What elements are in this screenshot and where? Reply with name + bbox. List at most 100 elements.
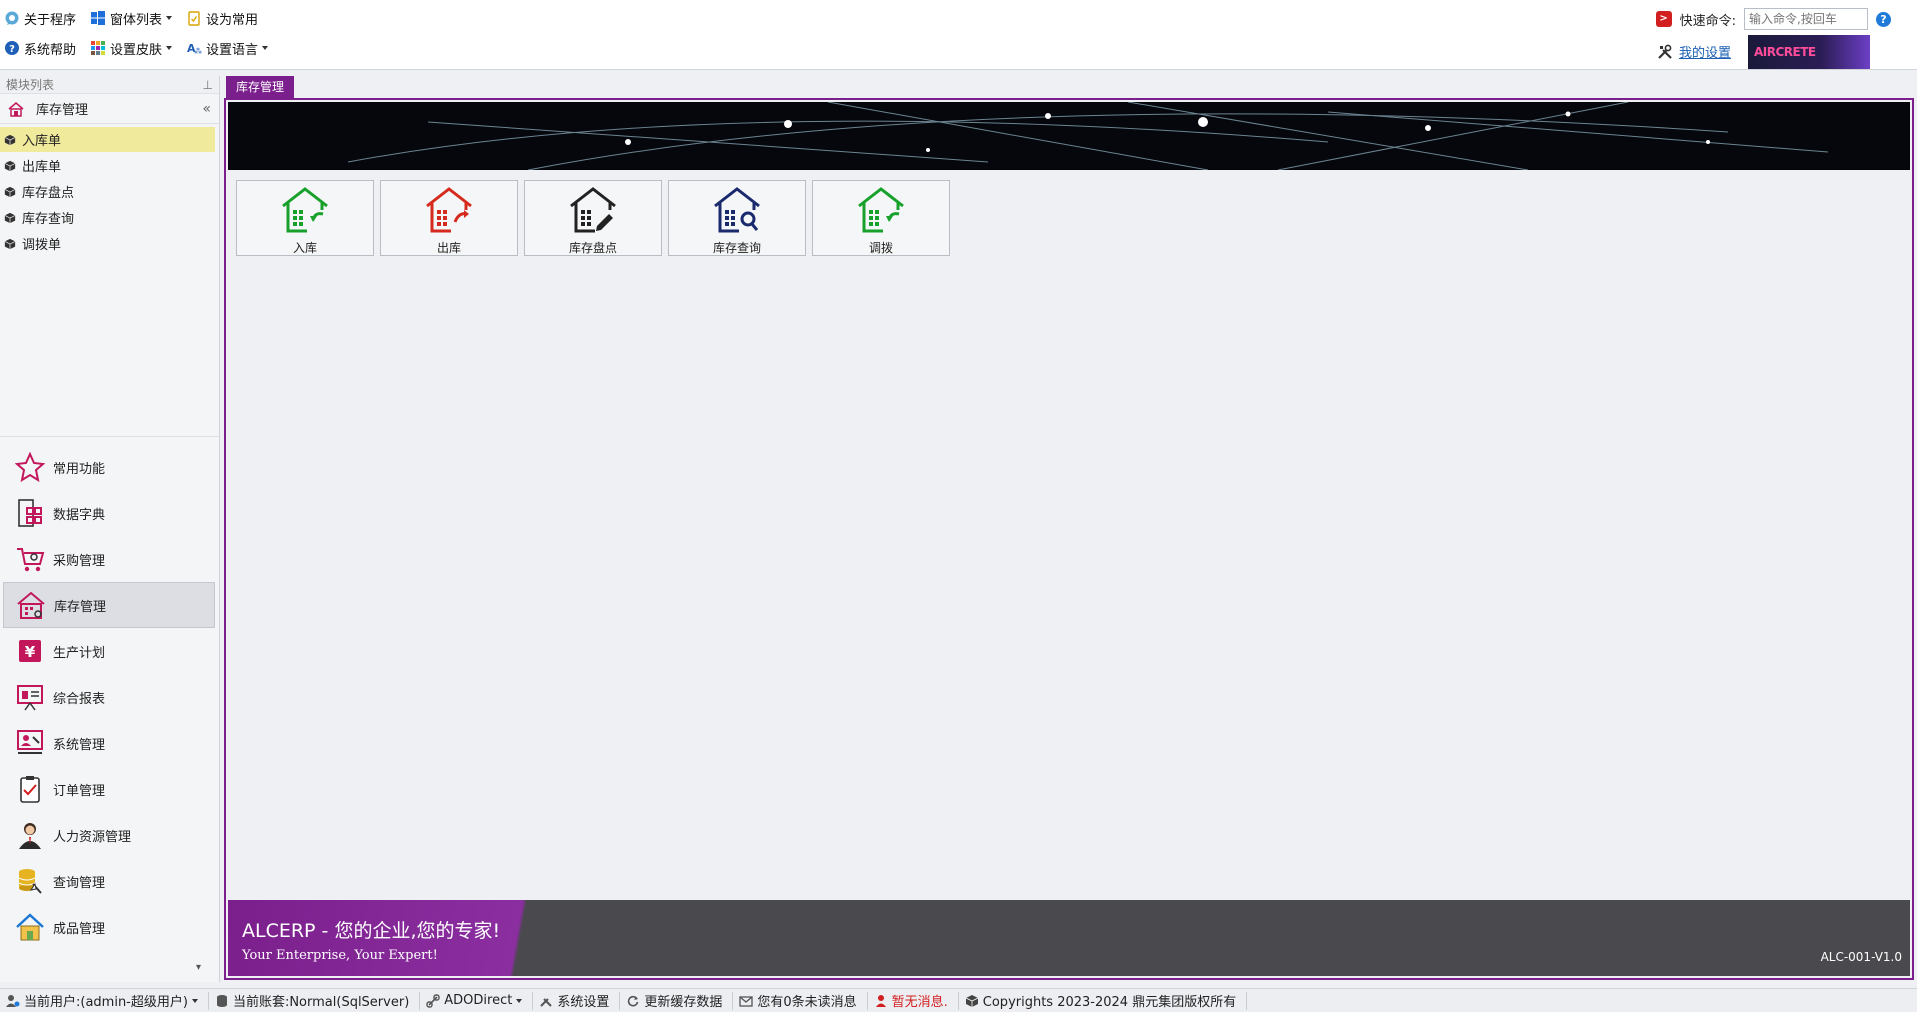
- module-panel: 模块列表 ⊥ 库存管理 « 入库单 出库单 库存盘点 库存查询 调拨单 常用功能 数据字典…: [0, 76, 220, 982]
- system-settings-status[interactable]: 系统设置: [533, 991, 621, 1010]
- tree-item[interactable]: 库存查询: [0, 205, 215, 230]
- panel-divider: [0, 436, 219, 437]
- home-icon: [13, 910, 47, 944]
- my-settings: 我的设置: [1657, 42, 1731, 61]
- connection-status[interactable]: ADODirect: [420, 991, 534, 1010]
- refresh-icon: [628, 995, 639, 1006]
- function-button[interactable]: 调拨: [812, 180, 950, 256]
- tree-item-label: 库存盘点: [22, 186, 75, 201]
- sidebar-nav-label: 系统管理: [53, 737, 106, 753]
- module-nav-list: 常用功能数据字典采购管理 库存管理 ¥ 生产计划综合报表系统管理订单管理 人力资源管理查…: [0, 444, 219, 950]
- grid-doc-icon: [13, 496, 47, 530]
- warehouse-search-icon: [711, 186, 763, 237]
- set-favorite-label: 设为常用: [206, 12, 259, 28]
- tree-item[interactable]: 入库单: [0, 127, 215, 152]
- cart-icon: [13, 542, 47, 576]
- quick-command-input[interactable]: [1744, 8, 1868, 30]
- cube-icon: [965, 994, 978, 1007]
- cube-icon: [4, 212, 16, 223]
- collapse-icon[interactable]: «: [202, 101, 211, 117]
- sidebar-nav-item[interactable]: 数据字典: [3, 490, 215, 536]
- quick-help-icon[interactable]: ?: [1876, 11, 1891, 27]
- warehouse-icon: [8, 101, 24, 117]
- refresh-cache-status[interactable]: 更新缓存数据: [620, 991, 734, 1010]
- status-bar: 当前用户:(admin-超级用户) 当前账套:Normal(SqlServer)…: [0, 988, 1917, 1012]
- help-label: 系统帮助: [24, 42, 77, 58]
- current-module-bar: 库存管理 «: [0, 94, 219, 124]
- sidebar-nav-item[interactable]: ¥ 生产计划: [3, 628, 215, 674]
- clipboard-icon: [13, 772, 47, 806]
- chevron-down-icon: [166, 16, 173, 20]
- brand-logo-text: AIRCRETE: [1754, 45, 1816, 59]
- svg-text:⁂: ⁂: [194, 46, 202, 56]
- sidebar-nav-item[interactable]: 订单管理: [3, 766, 215, 812]
- set-favorite-button[interactable]: 设为常用: [186, 9, 258, 28]
- function-button[interactable]: 入库: [236, 180, 374, 256]
- sidebar-nav-label: 综合报表: [53, 691, 106, 707]
- notification-status[interactable]: 暂无消息.: [868, 991, 959, 1010]
- cube-icon: [4, 186, 16, 197]
- terminal-icon: >: [1655, 11, 1672, 27]
- quick-command-label: 快速命令:: [1679, 13, 1736, 29]
- sidebar-nav-item[interactable]: 库存管理: [3, 582, 215, 628]
- sidebar-nav-item[interactable]: 综合报表: [3, 674, 215, 720]
- banner-image: [228, 102, 1910, 170]
- main-area: 库存管理 入库 出库 库存盘点 库存查询 调拨 ALCERP - 您的企业,您的…: [224, 74, 1914, 980]
- language-button[interactable]: A ⁂ 设置语言: [186, 39, 269, 58]
- sidebar-nav-label: 查询管理: [53, 875, 106, 891]
- copyright-status: Copyrights 2023-2024 鼎元集团版权所有: [959, 991, 1248, 1010]
- more-modules-icon[interactable]: ▾: [196, 962, 201, 973]
- quick-command: > 快速命令: ?: [1655, 8, 1891, 30]
- chat-bubble-icon: [5, 11, 19, 25]
- chevron-down-icon: [191, 998, 198, 1003]
- database-search-icon: [13, 864, 47, 898]
- sidebar-nav-item[interactable]: 查询管理: [3, 858, 215, 904]
- tree-item[interactable]: 调拨单: [0, 231, 215, 256]
- sidebar-nav-item[interactable]: 人力资源管理: [3, 812, 215, 858]
- language-icon: A⁂: [187, 42, 202, 56]
- database-icon: [216, 994, 227, 1007]
- function-button[interactable]: 库存盘点: [524, 180, 662, 256]
- my-settings-link[interactable]: 我的设置: [1679, 42, 1731, 61]
- sidebar-nav-label: 数据字典: [53, 507, 106, 523]
- link-icon: [426, 993, 440, 1008]
- current-account-label: 当前账套:Normal(SqlServer): [232, 995, 410, 1010]
- cube-icon: [4, 238, 16, 249]
- current-user-status[interactable]: 当前用户:(admin-超级用户): [0, 991, 209, 1010]
- sidebar-nav-item[interactable]: 成品管理: [3, 904, 215, 950]
- tree-item-label: 出库单: [22, 160, 62, 175]
- footer-subtitle: Your Enterprise, Your Expert!: [242, 948, 438, 963]
- window-list-label: 窗体列表: [110, 12, 163, 28]
- windows-icon: [91, 11, 106, 25]
- sidebar-nav-label: 生产计划: [53, 645, 106, 661]
- star-icon: [13, 450, 47, 484]
- globe-network-banner: [228, 102, 1910, 170]
- svg-text:?: ?: [9, 44, 15, 55]
- help-button[interactable]: ? 系统帮助: [4, 39, 76, 58]
- warehouse-transfer-icon: [855, 186, 907, 237]
- current-user-label: 当前用户:(admin-超级用户): [24, 995, 188, 1010]
- refresh-cache-label: 更新缓存数据: [644, 995, 723, 1010]
- current-account-status: 当前账套:Normal(SqlServer): [209, 991, 421, 1010]
- function-button[interactable]: 出库: [380, 180, 518, 256]
- sidebar-nav-item[interactable]: 常用功能: [3, 444, 215, 490]
- pin-icon[interactable]: ⊥: [203, 78, 213, 92]
- window-list-button[interactable]: 窗体列表: [90, 9, 173, 28]
- sidebar-nav-item[interactable]: 系统管理: [3, 720, 215, 766]
- function-button-label: 调拨: [868, 241, 893, 255]
- sidebar-nav-item[interactable]: 采购管理: [3, 536, 215, 582]
- language-label: 设置语言: [206, 42, 259, 58]
- tab-inventory[interactable]: 库存管理: [226, 76, 295, 98]
- about-button[interactable]: 关于程序: [4, 9, 76, 28]
- person-icon: [13, 818, 47, 852]
- alert-person-icon: [875, 994, 886, 1007]
- toolbar-row-2: ? 系统帮助 设置皮肤 A ⁂ 设置语言: [4, 36, 282, 60]
- function-button[interactable]: 库存查询: [668, 180, 806, 256]
- unread-messages-status[interactable]: 您有0条未读消息: [733, 991, 868, 1010]
- function-button-label: 库存查询: [712, 241, 761, 255]
- tree-item[interactable]: 库存盘点: [0, 179, 215, 204]
- cube-icon: [4, 134, 16, 145]
- toolbar-row-1: 关于程序 窗体列表 设为常用: [4, 6, 272, 30]
- skin-button[interactable]: 设置皮肤: [90, 39, 173, 58]
- tree-item[interactable]: 出库单: [0, 153, 215, 178]
